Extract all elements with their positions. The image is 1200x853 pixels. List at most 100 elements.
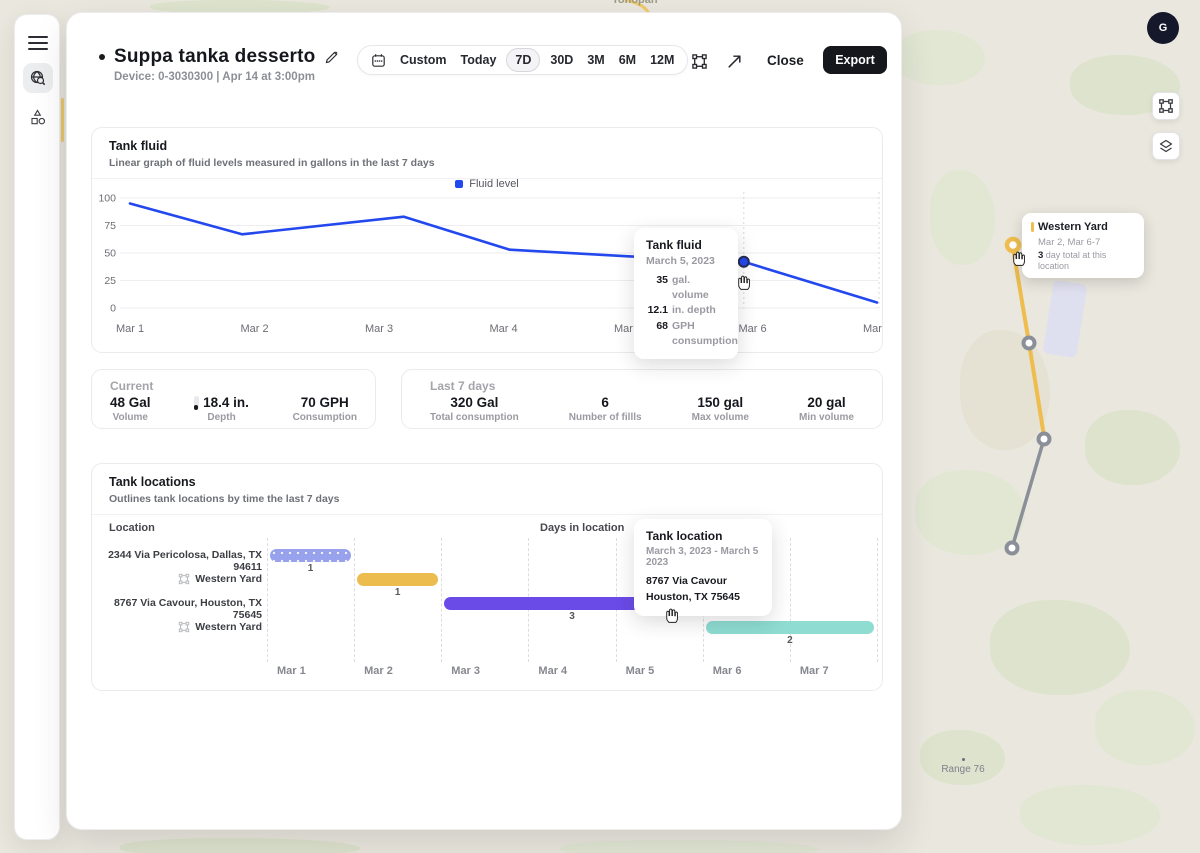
left-sidebar	[14, 14, 60, 840]
gantt-x-label: Mar 3	[451, 665, 480, 677]
svg-text:Mar 1: Mar 1	[116, 323, 144, 335]
stat-volume: 48 Gal Volume	[110, 395, 151, 423]
chart-legend: Fluid level	[92, 178, 882, 190]
gantt-x-label: Mar 6	[713, 665, 742, 677]
depth-gauge-icon	[194, 396, 199, 410]
map-tooltip-total: 3 day total at this location	[1038, 250, 1135, 271]
fluid-chart-tooltip: Tank fluid March 5, 2023 35gal. volume 1…	[634, 228, 738, 359]
range-today[interactable]: Today	[461, 53, 497, 67]
svg-text:Mar 3: Mar 3	[365, 323, 393, 335]
map-marker	[1024, 338, 1035, 349]
current-label: Current	[110, 379, 357, 393]
edit-title-icon[interactable]	[324, 50, 339, 65]
stat-number-of-fills: 6 Number of fillls	[569, 395, 642, 423]
expand-icon[interactable]	[726, 53, 743, 70]
gantt-bar[interactable]	[357, 573, 438, 586]
map-terrain-patch	[895, 30, 985, 85]
map-terrain-patch	[990, 600, 1130, 695]
stat-total-consumption: 320 Gal Total consumption	[430, 395, 519, 423]
fluid-card-title: Tank fluid	[109, 139, 865, 153]
stat-depth: 18.4 in. Depth	[194, 395, 249, 423]
location-row-label: 8767 Via Cavour, Houston, TX 75645	[102, 597, 262, 621]
geofence-color-bar	[1031, 222, 1034, 232]
map-terrain-patch	[120, 838, 360, 853]
range-6m[interactable]: 6M	[619, 53, 636, 67]
map-location-tooltip: Western Yard Mar 2, Mar 6-7 3 day total …	[1022, 213, 1144, 278]
range-7d[interactable]: 7D	[506, 48, 540, 72]
assets-button[interactable]	[30, 109, 46, 132]
shapes-icon	[30, 109, 46, 127]
svg-text:0: 0	[110, 303, 116, 315]
map-terrain-patch	[1020, 785, 1160, 845]
gantt-x-label: Mar 7	[800, 665, 829, 677]
geofence-icon	[178, 573, 190, 585]
close-button[interactable]: Close	[767, 53, 804, 68]
map-layers-button[interactable]	[1152, 132, 1180, 160]
geofence-tool-button[interactable]	[1152, 92, 1180, 120]
location-row-label: Western Yard	[102, 573, 262, 585]
device-detail-panel: Suppa tanka desserto Device: 0-3030300 |…	[66, 12, 902, 830]
gantt-bar-days: 1	[357, 587, 438, 598]
page-title: Suppa tanka desserto	[114, 46, 315, 68]
gantt-gridline	[441, 538, 442, 662]
svg-text:Mar 6: Mar 6	[738, 323, 766, 335]
range-30d[interactable]: 30D	[550, 53, 573, 67]
gantt-x-label: Mar 1	[277, 665, 306, 677]
geofence-icon	[1158, 98, 1174, 114]
location-tooltip: Tank location March 3, 2023 - March 5 20…	[634, 519, 772, 616]
cursor-icon	[1011, 250, 1026, 272]
avatar[interactable]: G	[1147, 12, 1179, 44]
export-button[interactable]: Export	[823, 46, 887, 74]
map-terrain-patch	[560, 840, 820, 853]
date-range-group: Custom Today 7D 30D 3M 6M 12M	[357, 45, 688, 75]
gantt-bar[interactable]	[270, 549, 351, 562]
stat-consumption: 70 GPH Consumption	[293, 395, 357, 423]
map-terrain-patch	[1095, 690, 1195, 765]
gantt-x-label: Mar 2	[364, 665, 393, 677]
status-dot	[99, 54, 105, 60]
tank-fluid-card: Tank fluid Linear graph of fluid levels …	[91, 127, 883, 353]
map-poi-dot	[962, 758, 965, 761]
gantt-gridline	[267, 538, 268, 662]
map-place-label: Tonopah	[612, 0, 658, 6]
svg-text:50: 50	[104, 248, 116, 260]
current-stats-card: Current 48 Gal Volume 18.4 in. Depth 70 …	[91, 369, 376, 429]
week-label: Last 7 days	[430, 379, 854, 393]
location-row-label: Western Yard	[102, 621, 262, 633]
cursor-icon	[664, 607, 679, 629]
legend-swatch	[455, 180, 463, 188]
gantt-bar-days: 1	[270, 563, 351, 574]
calendar-icon[interactable]	[371, 53, 386, 68]
week-stats-card: Last 7 days 320 Gal Total consumption 6 …	[401, 369, 883, 429]
panel-header: Suppa tanka desserto Device: 0-3030300 |…	[99, 46, 339, 83]
range-3m[interactable]: 3M	[587, 53, 604, 67]
gantt-bar-days: 2	[706, 635, 874, 646]
gantt-gridline	[877, 538, 878, 662]
svg-text:25: 25	[104, 275, 116, 287]
map-explore-button[interactable]	[23, 63, 53, 93]
svg-text:75: 75	[104, 220, 116, 232]
range-custom[interactable]: Custom	[400, 53, 447, 67]
layers-icon	[1158, 138, 1174, 154]
gantt-bar[interactable]	[706, 621, 874, 634]
menu-button[interactable]	[28, 32, 48, 54]
device-subtitle: Device: 0-3030300 | Apr 14 at 3:00pm	[114, 71, 339, 83]
gantt-x-label: Mar 4	[538, 665, 567, 677]
stat-max-volume: 150 gal Max volume	[692, 395, 749, 423]
geofence-icon[interactable]	[691, 53, 708, 70]
range-12m[interactable]: 12M	[650, 53, 674, 67]
svg-text:Mar 7: Mar 7	[863, 323, 884, 335]
map-road	[61, 98, 64, 142]
legend-label: Fluid level	[469, 178, 519, 190]
svg-text:Mar 4: Mar 4	[489, 323, 517, 335]
fluid-line-chart[interactable]: 1007550250Mar 1Mar 2Mar 3Mar 4Mar 5Mar 6…	[92, 192, 884, 342]
geofence-icon	[178, 621, 190, 633]
map-tooltip-title: Western Yard	[1038, 221, 1108, 233]
map-range-label: Range 76	[928, 758, 998, 775]
svg-text:100: 100	[98, 193, 116, 205]
cursor-icon	[736, 274, 751, 296]
tank-locations-card: Tank locations Outlines tank locations b…	[91, 463, 883, 691]
svg-text:Mar 2: Mar 2	[240, 323, 268, 335]
map-tooltip-dates: Mar 2, Mar 6-7	[1038, 237, 1135, 248]
avatar-initial: G	[1159, 22, 1168, 34]
